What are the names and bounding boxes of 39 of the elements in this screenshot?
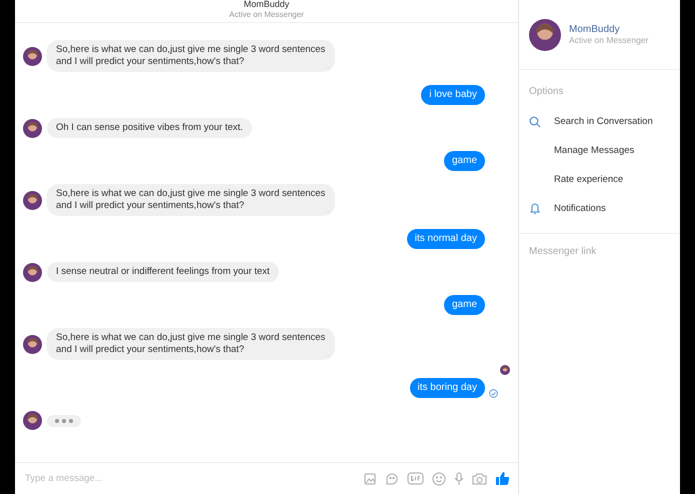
received-message: I sense neutral or indifferent feelings from your text — [47, 262, 279, 282]
sticker-icon[interactable] — [385, 472, 399, 486]
camera-icon[interactable] — [472, 472, 487, 485]
option-item[interactable]: Manage Messages — [554, 145, 634, 156]
sent-message: game — [444, 295, 485, 315]
avatar-icon — [23, 334, 42, 354]
avatar-icon — [23, 262, 42, 282]
received-message: So,here is what we can do,just give me single 3 word sentences and I will predict your sentiments,how's that? — [47, 40, 335, 72]
avatar-icon — [23, 411, 42, 430]
emoji-icon[interactable] — [432, 472, 446, 486]
sent-message: its normal day — [406, 229, 485, 249]
received-message: So,here is what we can do,just give me single 3 word sentences and I will predict your sentiments,how's that? — [47, 184, 335, 216]
search-icon — [529, 116, 541, 128]
received-message: Oh I can sense positive vibes from your text. — [47, 118, 252, 138]
chat-title: MomBuddy — [244, 0, 290, 10]
option-item[interactable]: Search in Conversation — [554, 116, 653, 127]
received-message: So,here is what we can do,just give me single 3 word sentences and I will predict your sentiments,how's that? — [47, 328, 335, 360]
contact-status: Active on Messenger — [569, 35, 648, 45]
microphone-icon[interactable] — [454, 472, 464, 486]
profile-avatar-icon — [529, 18, 561, 50]
sent-message: i love baby — [421, 85, 485, 105]
gif-icon[interactable] — [407, 472, 424, 485]
option-item[interactable]: Notifications — [554, 203, 606, 214]
typing-indicator — [47, 414, 81, 426]
contact-name[interactable]: MomBuddy — [569, 24, 648, 35]
message-input[interactable]: Type a message... — [23, 472, 355, 485]
bell-icon — [529, 202, 541, 215]
thumbs-up-icon[interactable] — [495, 471, 510, 486]
avatar-icon — [23, 190, 42, 210]
options-heading: Options — [528, 85, 564, 99]
option-item[interactable]: Rate experience — [554, 174, 624, 185]
avatar-icon — [23, 118, 42, 138]
image-icon[interactable] — [363, 472, 377, 486]
avatar-icon — [23, 46, 42, 66]
chat-status: Active on Messenger — [229, 10, 304, 21]
messenger-link-heading: Messenger link — [519, 233, 680, 269]
seen-avatar-icon — [500, 365, 510, 375]
sent-message: its boring day — [410, 378, 485, 398]
sent-message: game — [444, 151, 485, 171]
